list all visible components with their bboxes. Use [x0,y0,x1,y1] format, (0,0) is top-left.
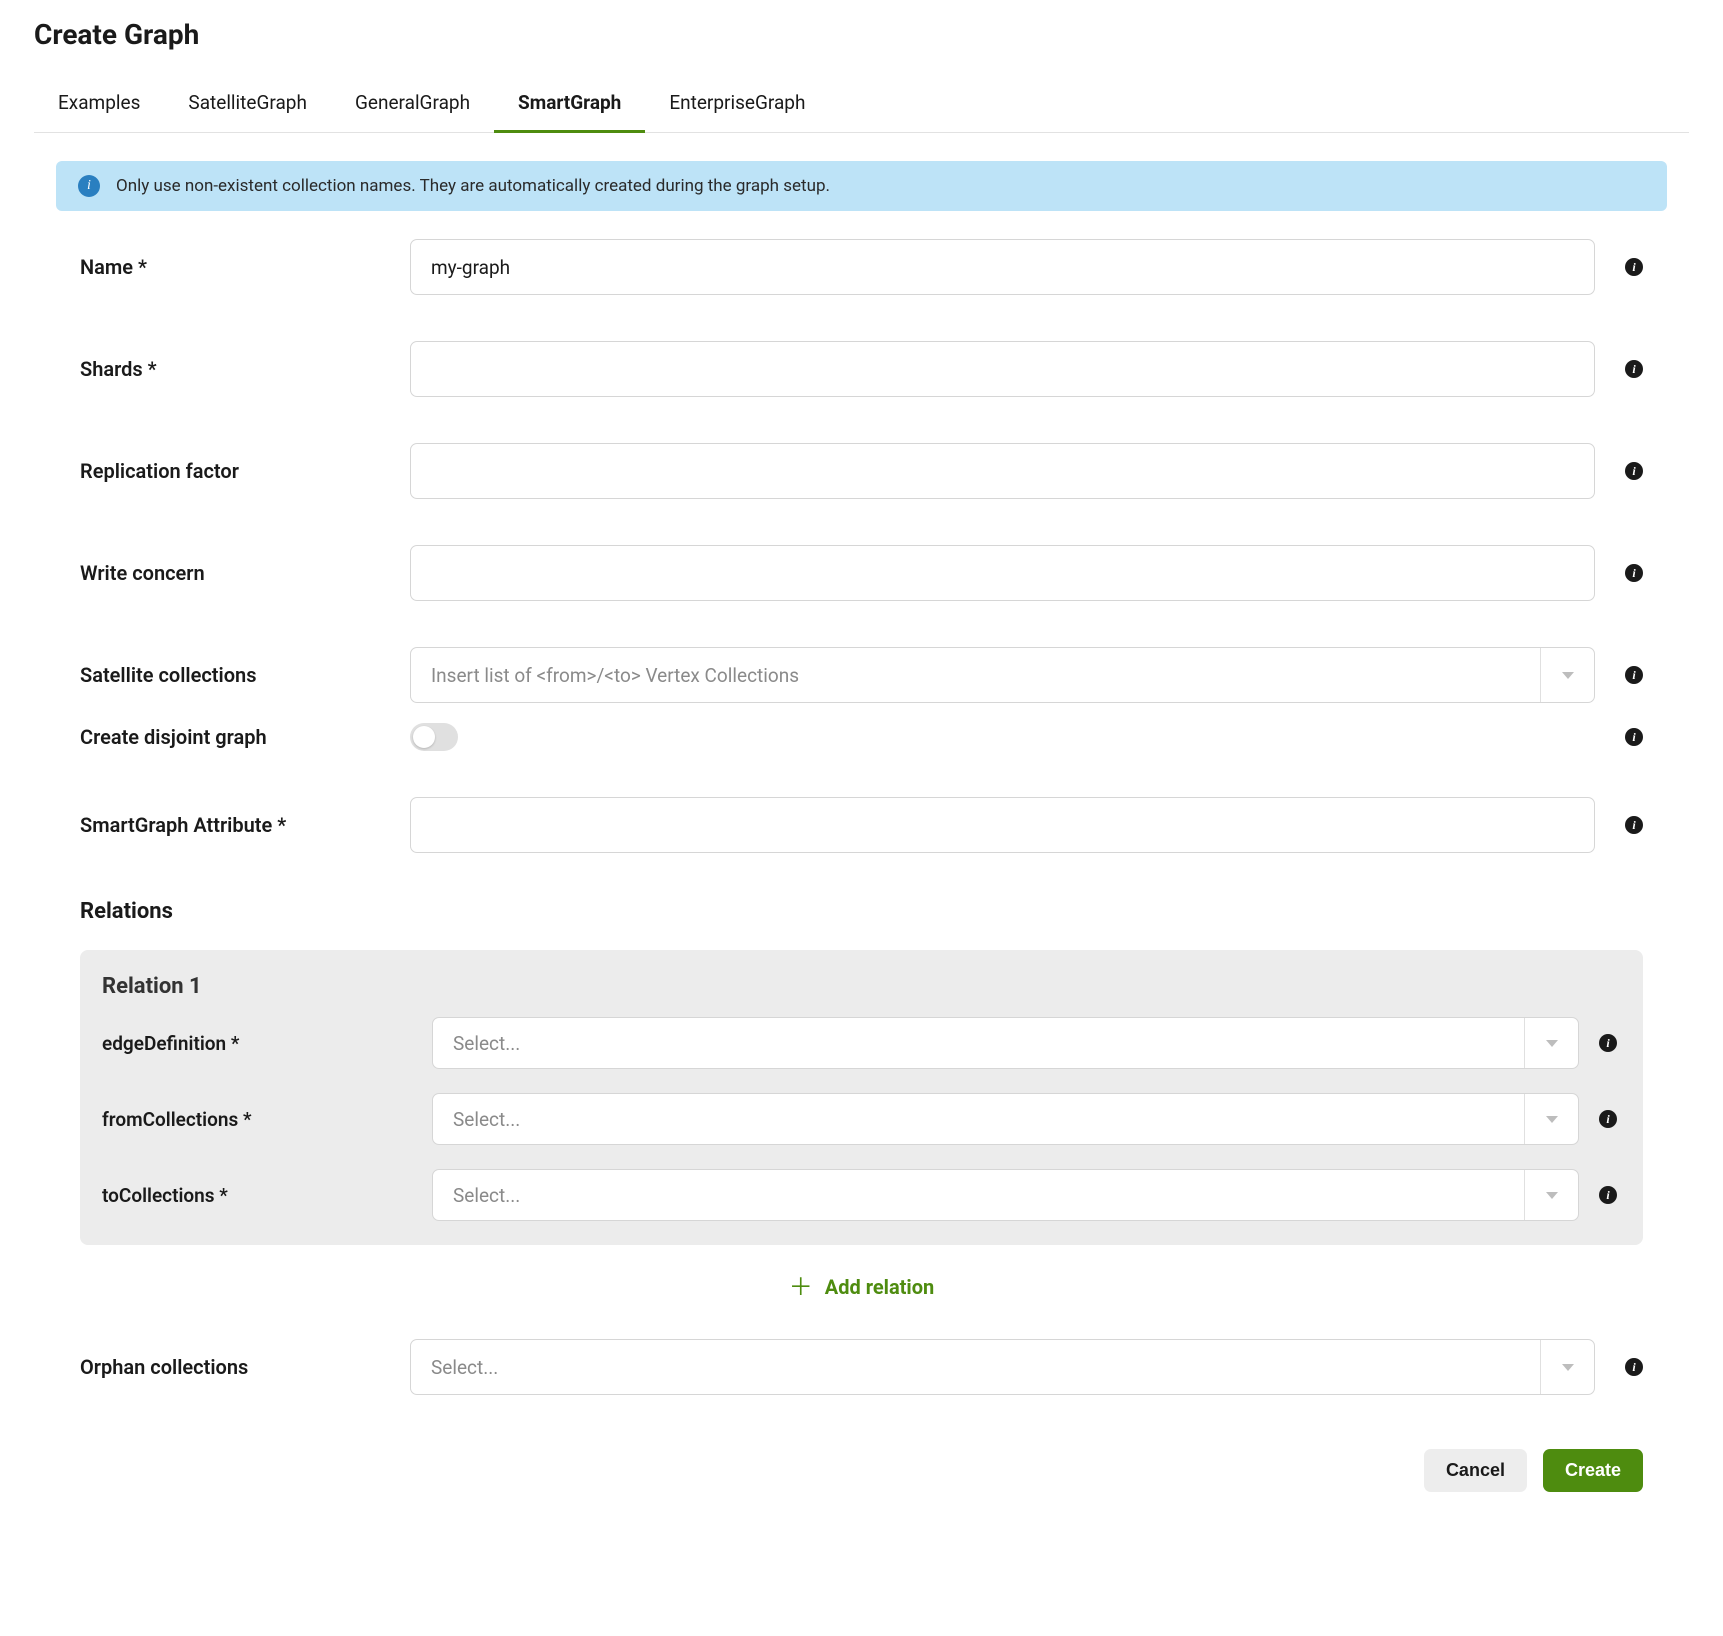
help-icon-name[interactable]: i [1625,258,1643,276]
chevron-down-icon [1540,1340,1594,1394]
help-icon-from-collections[interactable]: i [1599,1110,1617,1128]
label-satellite-collections: Satellite collections [80,663,390,687]
relations-heading: Relations [80,899,1643,924]
help-icon-replication[interactable]: i [1625,462,1643,480]
label-replication-factor: Replication factor [80,459,390,483]
edge-definition-select[interactable]: Select... [432,1017,1579,1069]
tab-enterprise-graph[interactable]: EnterpriseGraph [645,77,829,133]
help-icon-smart-attr[interactable]: i [1625,816,1643,834]
help-icon-disjoint[interactable]: i [1625,728,1643,746]
edge-definition-placeholder: Select... [453,1032,520,1055]
tabs: Examples SatelliteGraph GeneralGraph Sma… [34,77,1689,133]
from-collections-placeholder: Select... [453,1108,520,1131]
page-title: Create Graph [34,18,1689,51]
label-write-concern: Write concern [80,561,390,585]
help-icon-satellite[interactable]: i [1625,666,1643,684]
tab-smart-graph[interactable]: SmartGraph [494,77,645,133]
help-icon-orphan[interactable]: i [1625,1358,1643,1376]
label-shards: Shards * [80,357,390,381]
chevron-down-icon [1524,1018,1578,1068]
tab-satellite-graph[interactable]: SatelliteGraph [164,77,331,133]
chevron-down-icon [1524,1170,1578,1220]
smartgraph-attribute-input[interactable] [410,797,1595,853]
satellite-collections-select[interactable]: Insert list of <from>/<to> Vertex Collec… [410,647,1595,703]
tab-general-graph[interactable]: GeneralGraph [331,77,494,133]
chevron-down-icon [1524,1094,1578,1144]
relation-1-title: Relation 1 [102,974,1621,999]
add-relation-button[interactable]: ＋ Add relation [80,1275,1643,1299]
name-input[interactable] [410,239,1595,295]
help-icon-write-concern[interactable]: i [1625,564,1643,582]
orphan-collections-select[interactable]: Select... [410,1339,1595,1395]
label-name: Name * [80,255,390,279]
label-smartgraph-attribute: SmartGraph Attribute * [80,813,390,837]
help-icon-shards[interactable]: i [1625,360,1643,378]
info-icon: i [78,175,100,197]
help-icon-to-collections[interactable]: i [1599,1186,1617,1204]
help-icon-edge-definition[interactable]: i [1599,1034,1617,1052]
satellite-collections-placeholder: Insert list of <from>/<to> Vertex Collec… [431,664,799,687]
info-banner: i Only use non-existent collection names… [56,161,1667,211]
replication-factor-input[interactable] [410,443,1595,499]
chevron-down-icon [1540,648,1594,702]
write-concern-input[interactable] [410,545,1595,601]
tab-examples[interactable]: Examples [34,77,164,133]
label-from-collections: fromCollections * [102,1108,412,1131]
label-disjoint: Create disjoint graph [80,725,390,749]
from-collections-select[interactable]: Select... [432,1093,1579,1145]
plus-icon: ＋ [789,1275,813,1299]
cancel-button[interactable]: Cancel [1424,1449,1527,1492]
footer-actions: Cancel Create [34,1441,1689,1492]
label-orphan-collections: Orphan collections [80,1355,390,1379]
label-edge-definition: edgeDefinition * [102,1032,412,1055]
to-collections-placeholder: Select... [453,1184,520,1207]
label-to-collections: toCollections * [102,1184,412,1207]
create-button[interactable]: Create [1543,1449,1643,1492]
shards-input[interactable] [410,341,1595,397]
form-section: Name * i Shards * i Replication factor i… [34,239,1689,1395]
add-relation-label: Add relation [825,1275,934,1299]
disjoint-toggle[interactable] [410,723,458,751]
info-banner-text: Only use non-existent collection names. … [116,176,830,196]
relation-card-1: Relation 1 edgeDefinition * Select... i … [80,950,1643,1245]
to-collections-select[interactable]: Select... [432,1169,1579,1221]
orphan-collections-placeholder: Select... [431,1356,498,1379]
